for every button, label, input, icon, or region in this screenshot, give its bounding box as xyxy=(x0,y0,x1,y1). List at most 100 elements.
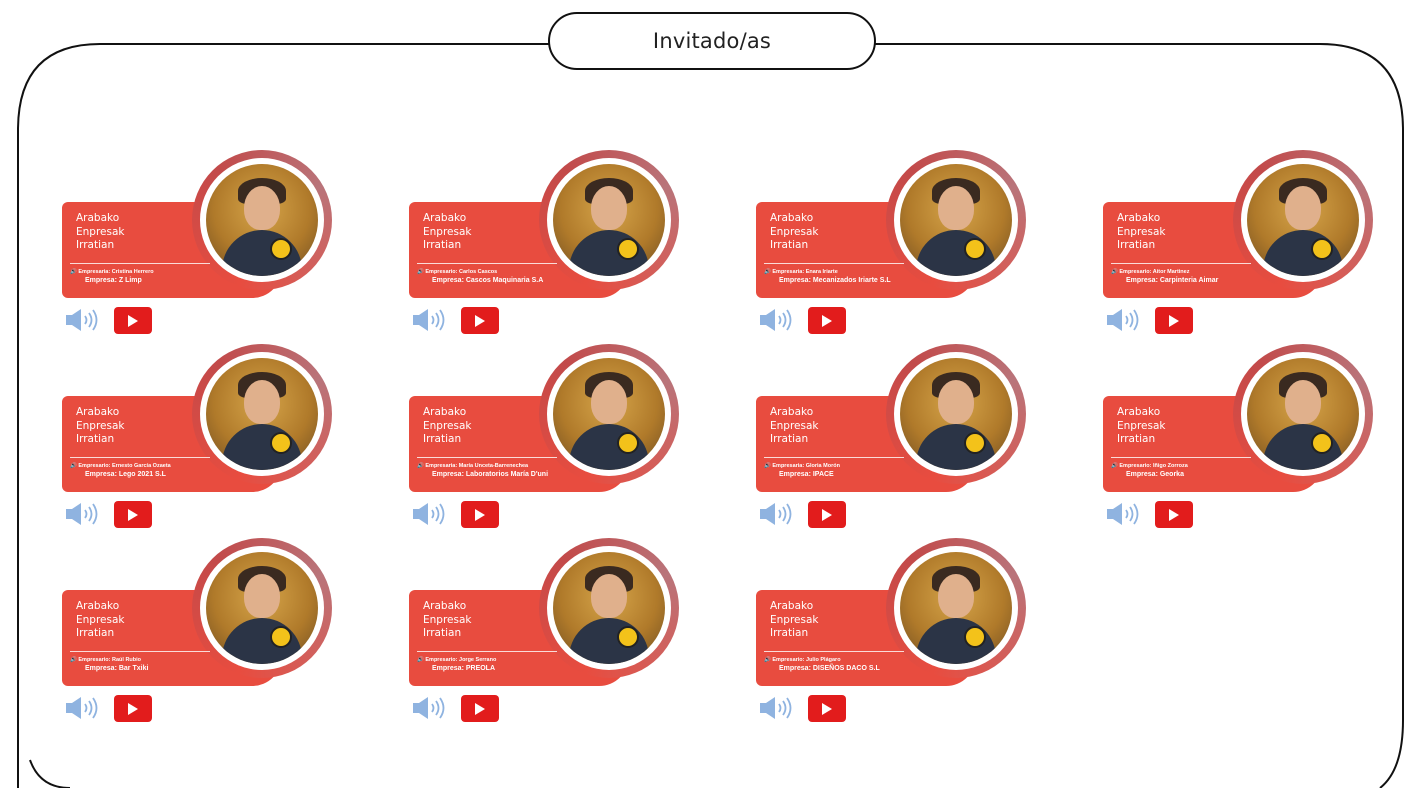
brand-line: Enpresak xyxy=(423,225,472,238)
youtube-button[interactable] xyxy=(808,695,846,722)
speaker-icon xyxy=(413,697,445,719)
youtube-button[interactable] xyxy=(114,307,152,334)
audio-button[interactable] xyxy=(66,308,102,332)
empresa-label: Empresa: Cascos Maquinaria S.A xyxy=(432,277,544,284)
youtube-button[interactable] xyxy=(461,695,499,722)
radio-brand: Arabako Enpresak Irratian xyxy=(423,406,472,447)
audio-button[interactable] xyxy=(1107,308,1143,332)
empresario-label: 🔊 Empresario: Aitor Martinez xyxy=(1111,269,1190,275)
youtube-button[interactable] xyxy=(1155,501,1193,528)
youtube-play-icon xyxy=(1169,314,1179,327)
card-divider xyxy=(1111,457,1251,458)
speaker-icon xyxy=(760,503,792,525)
audio-button[interactable] xyxy=(413,696,449,720)
card-divider xyxy=(417,263,557,264)
youtube-button[interactable] xyxy=(1155,307,1193,334)
speaker-icon xyxy=(66,309,98,331)
brand-line: Irratian xyxy=(770,433,809,445)
brand-line: Irratian xyxy=(423,433,462,445)
guest-photo xyxy=(206,164,318,276)
audio-button[interactable] xyxy=(66,502,102,526)
youtube-play-icon xyxy=(128,314,138,327)
empresa-label: Empresa: Laboratorios María D'uni xyxy=(432,471,549,478)
brand-line: Enpresak xyxy=(423,419,472,432)
youtube-button[interactable] xyxy=(114,695,152,722)
empresa-label: Empresa: Lego 2021 S.L xyxy=(85,471,166,478)
empresa-label: Empresa: Carpinteria Aimar xyxy=(1126,277,1219,284)
youtube-play-icon xyxy=(475,702,485,715)
empresa-label: Empresa: Z Limp xyxy=(85,277,142,284)
brand-line: Arabako xyxy=(76,406,120,418)
brand-line: Enpresak xyxy=(1117,225,1166,238)
empresario-label: 🔊 Empresario: Carlos Cascos xyxy=(417,269,498,275)
card-divider xyxy=(70,457,210,458)
audio-button[interactable] xyxy=(1107,502,1143,526)
brand-line: Irratian xyxy=(423,627,462,639)
speaker-icon xyxy=(1107,309,1139,331)
guest-photo xyxy=(553,358,665,470)
empresario-label: 🔊 Empresaria: Enara Iriarte xyxy=(764,269,838,275)
empresa-label: Empresa: Mecanizados Iriarte S.L xyxy=(779,277,891,284)
youtube-play-icon xyxy=(822,508,832,521)
radio-brand: Arabako Enpresak Irratian xyxy=(770,212,819,253)
empresario-label: 🔊 Empresario: Raúl Rubio xyxy=(70,657,142,663)
speaker-icon xyxy=(66,503,98,525)
youtube-play-icon xyxy=(822,702,832,715)
empresario-label: 🔊 Empresaria: María Unceta-Barrenechea xyxy=(417,463,529,469)
brand-line: Enpresak xyxy=(770,613,819,626)
empresario-label: 🔊 Empresaria: Cristina Herrero xyxy=(70,269,154,275)
guest-tile: Arabako Enpresak Irratian 🔊 Empresario: … xyxy=(409,150,709,340)
card-divider xyxy=(764,457,904,458)
guest-photo xyxy=(206,552,318,664)
radio-brand: Arabako Enpresak Irratian xyxy=(76,406,125,447)
brand-line: Irratian xyxy=(770,627,809,639)
brand-line: Irratian xyxy=(76,239,115,251)
youtube-button[interactable] xyxy=(461,501,499,528)
audio-button[interactable] xyxy=(760,502,796,526)
guest-tile: Arabako Enpresak Irratian 🔊 Empresaria: … xyxy=(62,150,362,340)
guest-photo xyxy=(553,164,665,276)
audio-button[interactable] xyxy=(413,308,449,332)
card-divider xyxy=(764,651,904,652)
empresario-label: 🔊 Empresaria: Gloria Morón xyxy=(764,463,840,469)
card-divider xyxy=(764,263,904,264)
guests-grid: Arabako Enpresak Irratian 🔊 Empresaria: … xyxy=(0,0,1405,788)
audio-button[interactable] xyxy=(760,696,796,720)
guest-tile: Arabako Enpresak Irratian 🔊 Empresaria: … xyxy=(756,344,1056,534)
brand-line: Arabako xyxy=(423,212,467,224)
guest-tile: Arabako Enpresak Irratian 🔊 Empresario: … xyxy=(409,538,709,728)
empresario-label: 🔊 Empresario: Jorge Serrano xyxy=(417,657,497,663)
guest-tile: Arabako Enpresak Irratian 🔊 Empresario: … xyxy=(1103,150,1403,340)
brand-line: Arabako xyxy=(1117,212,1161,224)
brand-line: Enpresak xyxy=(770,419,819,432)
audio-button[interactable] xyxy=(760,308,796,332)
brand-line: Enpresak xyxy=(76,225,125,238)
youtube-button[interactable] xyxy=(461,307,499,334)
guest-photo xyxy=(900,358,1012,470)
speaker-icon xyxy=(1107,503,1139,525)
guest-tile: Arabako Enpresak Irratian 🔊 Empresario: … xyxy=(1103,344,1403,534)
brand-line: Arabako xyxy=(76,600,120,612)
audio-button[interactable] xyxy=(413,502,449,526)
empresario-label: 🔊 Empresario: Julio Plágaro xyxy=(764,657,841,663)
empresa-label: Empresa: DISEÑOS DACO S.L xyxy=(779,665,880,672)
audio-button[interactable] xyxy=(66,696,102,720)
youtube-button[interactable] xyxy=(114,501,152,528)
speaker-icon xyxy=(760,697,792,719)
guest-photo xyxy=(553,552,665,664)
radio-brand: Arabako Enpresak Irratian xyxy=(1117,406,1166,447)
radio-brand: Arabako Enpresak Irratian xyxy=(423,600,472,641)
brand-line: Irratian xyxy=(76,627,115,639)
brand-line: Arabako xyxy=(770,600,814,612)
youtube-button[interactable] xyxy=(808,307,846,334)
brand-line: Arabako xyxy=(770,406,814,418)
brand-line: Arabako xyxy=(76,212,120,224)
brand-line: Arabako xyxy=(1117,406,1161,418)
guest-tile: Arabako Enpresak Irratian 🔊 Empresario: … xyxy=(756,538,1056,728)
brand-line: Enpresak xyxy=(770,225,819,238)
youtube-button[interactable] xyxy=(808,501,846,528)
radio-brand: Arabako Enpresak Irratian xyxy=(1117,212,1166,253)
youtube-play-icon xyxy=(475,508,485,521)
empresa-label: Empresa: PREOLA xyxy=(432,665,496,672)
guest-tile: Arabako Enpresak Irratian 🔊 Empresaria: … xyxy=(409,344,709,534)
